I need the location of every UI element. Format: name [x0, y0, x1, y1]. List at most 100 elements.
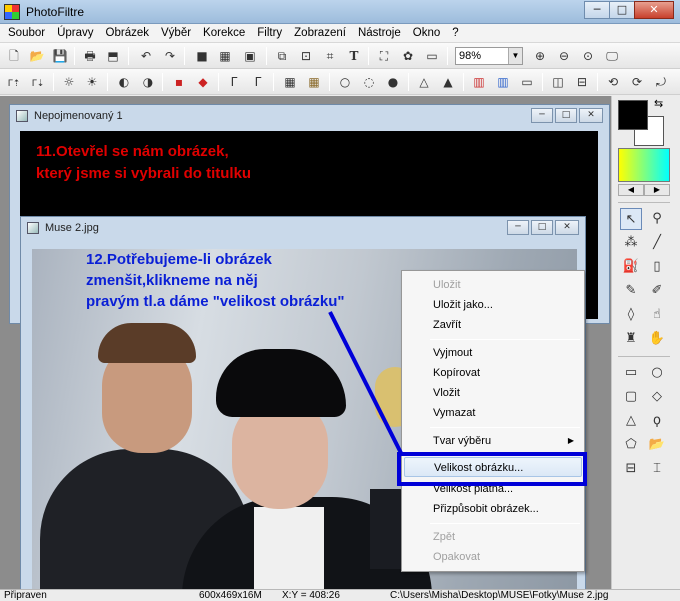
actual-size-button[interactable]: ⊙ — [578, 46, 598, 66]
menu-item-cut[interactable]: Vyjmout — [404, 343, 582, 363]
blur-button[interactable]: ○ — [335, 72, 355, 92]
save-button[interactable]: 💾 — [50, 46, 70, 66]
contrast-minus-button[interactable]: ◐ — [114, 72, 134, 92]
menu-help[interactable]: ? — [446, 24, 464, 42]
rotate-right-button[interactable]: ⟳ — [627, 72, 647, 92]
rounded-rect-shape[interactable]: ▢ — [620, 386, 642, 408]
chevron-left-icon[interactable]: ◀ — [618, 184, 644, 196]
menu-item-paste[interactable]: Vložit — [404, 383, 582, 403]
menu-okno[interactable]: Okno — [407, 24, 447, 42]
lasso-shape[interactable]: ϙ — [646, 410, 668, 432]
blur-tool[interactable]: ◊ — [620, 304, 642, 326]
advanced-brush-tool[interactable]: ✐ — [646, 280, 668, 302]
automation-button[interactable]: ▭ — [422, 46, 442, 66]
foreground-color-swatch[interactable] — [618, 100, 648, 130]
rectangle-shape[interactable]: ▭ — [620, 362, 642, 384]
clone-stamp-tool[interactable]: ♜ — [620, 328, 642, 350]
menu-item-undo[interactable]: Zpět — [404, 527, 582, 547]
open-selection-button[interactable]: 📂 — [646, 434, 668, 456]
menu-upravy[interactable]: Úpravy — [51, 24, 99, 42]
grayscale-button[interactable]: ▦ — [280, 72, 300, 92]
menu-obrazek[interactable]: Obrázek — [100, 24, 155, 42]
new-file-button[interactable]: 🗋 — [4, 46, 24, 66]
explorer-button[interactable]: ⛶ — [374, 46, 394, 66]
text-button[interactable]: T — [344, 46, 364, 66]
brightness-minus-button[interactable]: ☼ — [59, 72, 79, 92]
menu-nastroje[interactable]: Nástroje — [352, 24, 407, 42]
sharpen-more-button[interactable]: △ — [414, 72, 434, 92]
spray-tool[interactable]: ▯ — [646, 256, 668, 278]
ellipse-shape[interactable]: ○ — [646, 362, 668, 384]
menu-item-copy[interactable]: Kopírovat — [404, 363, 582, 383]
fullscreen-button[interactable]: 🖵 — [602, 46, 622, 66]
document-title-bar[interactable]: Muse 2.jpg ─ □ ✕ — [21, 217, 585, 239]
scan-button[interactable]: ⬒ — [103, 46, 123, 66]
magic-wand-tool[interactable]: ⁂ — [620, 232, 642, 254]
close-button[interactable]: ✕ — [634, 1, 674, 19]
menu-item-delete[interactable]: Vymazat — [404, 403, 582, 423]
doc-minimize-button[interactable]: ─ — [507, 220, 529, 235]
doc-maximize-button[interactable]: □ — [531, 220, 553, 235]
menu-soubor[interactable]: Soubor — [2, 24, 51, 42]
hand-tool[interactable]: ✋ — [646, 328, 668, 350]
menu-filtry[interactable]: Filtry — [251, 24, 288, 42]
minimize-button[interactable]: ─ — [584, 1, 610, 19]
fit-selection-button[interactable]: ⊟ — [620, 458, 642, 480]
menu-item-redo[interactable]: Opakovat — [404, 547, 582, 567]
flip-vertical-button[interactable]: ⊟ — [572, 72, 592, 92]
line-tool[interactable]: ╱ — [646, 232, 668, 254]
chevron-right-icon[interactable]: ▶ — [644, 184, 670, 196]
menu-vyber[interactable]: Výběr — [155, 24, 197, 42]
zoom-in-button[interactable]: ⊕ — [530, 46, 550, 66]
smudge-tool[interactable]: ☝ — [646, 304, 668, 326]
doc-maximize-button[interactable]: □ — [555, 108, 577, 123]
doc-close-button[interactable]: ✕ — [555, 220, 579, 235]
auto-levels-button[interactable]: Γ⇡ — [4, 72, 24, 92]
gamma-minus-button[interactable]: Γ — [224, 72, 244, 92]
gradient-swatch[interactable] — [618, 148, 670, 182]
saturation-minus-button[interactable]: ▪ — [169, 72, 189, 92]
brightness-plus-button[interactable]: ☀ — [82, 72, 102, 92]
menu-item-selection-shape[interactable]: Tvar výběru ▶ — [404, 431, 582, 451]
zoom-out-button[interactable]: ⊖ — [554, 46, 574, 66]
menu-item-save-as[interactable]: Uložit jako... — [404, 295, 582, 315]
crop-button[interactable]: ⌗ — [320, 46, 340, 66]
redo-button[interactable]: ↷ — [160, 46, 180, 66]
selection-tool[interactable]: ↖ — [620, 208, 642, 230]
open-button[interactable]: 📂 — [27, 46, 47, 66]
transparency-button[interactable]: ▣ — [240, 46, 260, 66]
triangle-shape[interactable]: △ — [620, 410, 642, 432]
flip-horizontal-button[interactable]: ◫ — [548, 72, 568, 92]
menu-item-save[interactable]: Uložit — [404, 275, 582, 295]
saturation-plus-button[interactable]: ◆ — [193, 72, 213, 92]
contrast-plus-button[interactable]: ◑ — [138, 72, 158, 92]
document-title-bar[interactable]: Nepojmenovaný 1 ─ □ ✕ — [10, 105, 609, 127]
image-size-button[interactable]: ⧉ — [272, 46, 292, 66]
auto-contrast-button[interactable]: Γ⇣ — [28, 72, 48, 92]
undo-button[interactable]: ↶ — [136, 46, 156, 66]
sepia-button[interactable]: ▦ — [304, 72, 324, 92]
menu-item-fit-image[interactable]: Přizpůsobit obrázek... — [404, 499, 582, 519]
plugins-button[interactable]: ✿ — [398, 46, 418, 66]
maximize-button[interactable]: □ — [609, 1, 635, 19]
fill-tool[interactable]: ⛽ — [620, 256, 642, 278]
polygon-shape[interactable]: ⬠ — [620, 434, 642, 456]
palette-button[interactable]: ▦ — [215, 46, 235, 66]
menu-korekce[interactable]: Korekce — [197, 24, 251, 42]
sharpen-button[interactable]: ● — [383, 72, 403, 92]
text-selection-button[interactable]: ⌶ — [646, 458, 668, 480]
rotate-left-button[interactable]: ⟲ — [603, 72, 623, 92]
soften-button[interactable]: ◌ — [359, 72, 379, 92]
chevron-down-icon[interactable]: ▼ — [508, 48, 522, 64]
menu-zobrazeni[interactable]: Zobrazení — [288, 24, 352, 42]
colors-button[interactable]: ▥ — [469, 72, 489, 92]
print-button[interactable]: 🖶 — [80, 46, 100, 66]
diamond-shape[interactable]: ◇ — [646, 386, 668, 408]
brush-tool[interactable]: ✎ — [620, 280, 642, 302]
doc-close-button[interactable]: ✕ — [579, 108, 603, 123]
negative-button[interactable]: ▥ — [493, 72, 513, 92]
zoom-select[interactable]: 98% ▼ — [455, 47, 523, 65]
swap-colors-icon[interactable]: ⇆ — [654, 97, 663, 110]
color-picker-tool[interactable]: ⚲ — [646, 208, 668, 230]
monitor-button[interactable]: ▭ — [517, 72, 537, 92]
